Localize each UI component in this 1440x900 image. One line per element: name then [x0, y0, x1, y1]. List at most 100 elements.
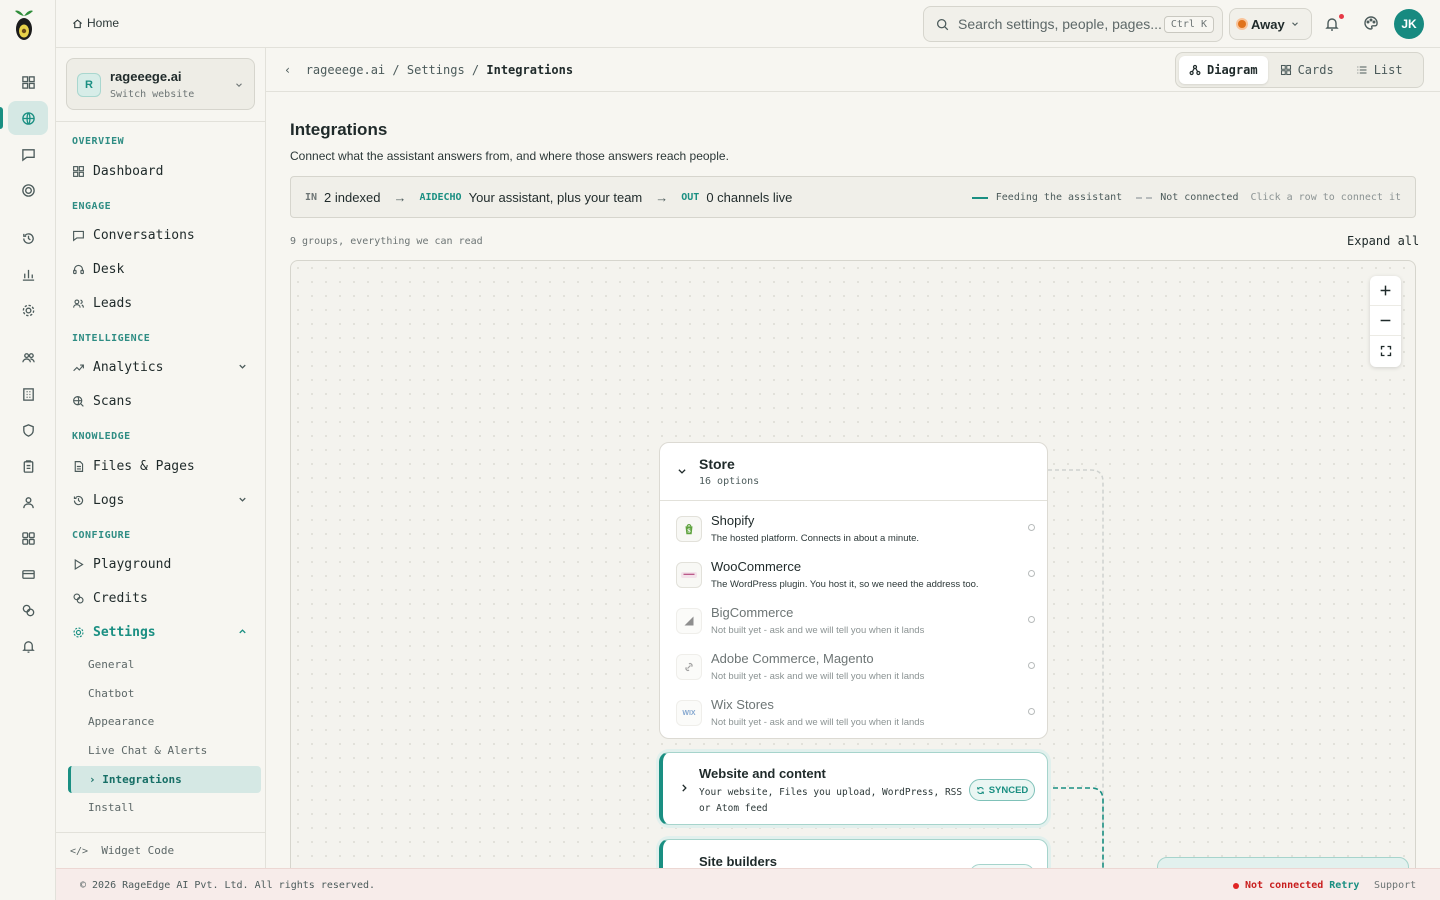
in-tag: IN	[305, 192, 318, 203]
store-group-header[interactable]: Store 16 options	[660, 443, 1047, 501]
option-radio[interactable]	[1028, 570, 1035, 577]
option-radio[interactable]	[1028, 662, 1035, 669]
integration-option-shopify[interactable]: S Shopify The hosted platform. Connects …	[660, 505, 1047, 551]
settings-sub-integrations[interactable]: › Integrations	[68, 766, 261, 793]
apps-icon[interactable]	[8, 521, 48, 555]
card-icon[interactable]	[8, 557, 48, 591]
expand-all-button[interactable]: Expand all	[1347, 234, 1419, 248]
arrow-right-icon: →	[393, 190, 407, 205]
diagram-canvas[interactable]: Store 16 options S Shopify The hosted pl…	[290, 260, 1416, 880]
view-diagram-button[interactable]: Diagram	[1179, 56, 1268, 84]
breadcrumb-root[interactable]: rageeege.ai	[306, 63, 385, 77]
sidebar-item-playground[interactable]: Playground	[72, 550, 256, 578]
chat-icon[interactable]	[8, 137, 48, 171]
back-chevron-icon[interactable]: ‹	[284, 63, 291, 77]
retry-button[interactable]: Retry	[1329, 880, 1359, 891]
coins-icon	[73, 592, 84, 604]
dashboard-icon	[73, 165, 84, 177]
home-label: Home	[87, 16, 120, 30]
integration-option-woocommerce[interactable]: WooCommerce The WordPress plugin. You ho…	[660, 551, 1047, 597]
support-link[interactable]: Support	[1374, 880, 1416, 891]
fit-view-button[interactable]	[1370, 336, 1401, 366]
sidebar: R rageeege.ai Switch website OVERVIEW Da…	[56, 48, 266, 868]
settings-sub-general[interactable]: General	[88, 658, 134, 671]
globe-icon[interactable]	[0, 101, 48, 135]
settings-sub-appearance[interactable]: Appearance	[88, 715, 154, 728]
sidebar-item-logs[interactable]: Logs	[72, 486, 256, 514]
sidebar-item-label: Playground	[93, 556, 172, 572]
palette-icon[interactable]	[1363, 15, 1381, 33]
sidebar-item-settings[interactable]: Settings	[72, 618, 256, 646]
settings-sub-live-chat[interactable]: Live Chat & Alerts	[88, 744, 207, 757]
widget-code-link[interactable]: </> Widget Code	[56, 832, 265, 868]
headset-icon	[73, 264, 84, 274]
chevron-down-icon	[239, 364, 246, 369]
bell-icon[interactable]	[8, 629, 48, 663]
search-icon	[936, 18, 949, 30]
user-icon[interactable]	[8, 485, 48, 519]
zoom-controls	[1370, 276, 1401, 367]
shield-icon[interactable]	[8, 413, 48, 447]
gear-icon[interactable]	[8, 293, 48, 327]
website-content-group-card[interactable]: Website and content Your website, Files …	[659, 752, 1048, 825]
sidebar-item-leads[interactable]: Leads	[72, 289, 256, 317]
option-radio[interactable]	[1028, 708, 1035, 715]
view-list-button[interactable]: List	[1346, 56, 1413, 84]
option-name: WooCommerce	[711, 559, 802, 574]
sidebar-item-label: Analytics	[93, 359, 164, 375]
presence-status-dropdown[interactable]: Away	[1229, 8, 1312, 40]
sidebar-item-files-pages[interactable]: Files & Pages	[72, 452, 256, 480]
integration-option-bigcommerce[interactable]: BigCommerce Not built yet - ask and we w…	[660, 597, 1047, 643]
away-dot-icon	[1238, 20, 1246, 28]
home-icon	[73, 18, 82, 28]
play-icon	[74, 558, 84, 570]
team-icon[interactable]	[8, 340, 48, 374]
sidebar-item-dashboard[interactable]: Dashboard	[72, 157, 256, 185]
website-switcher[interactable]: R rageeege.ai Switch website	[66, 58, 255, 110]
notifications-bell-icon[interactable]	[1324, 14, 1344, 34]
section-configure: CONFIGURE	[72, 530, 131, 541]
cards-icon	[1280, 64, 1291, 76]
search-input[interactable]: Search settings, people, pages... Ctrl K	[923, 6, 1223, 42]
building-icon[interactable]	[8, 377, 48, 411]
grid-icon[interactable]	[8, 65, 48, 99]
breadcrumb-settings[interactable]: Settings	[407, 63, 465, 77]
magento-icon	[676, 654, 702, 680]
sidebar-item-scans[interactable]: Scans	[72, 387, 256, 415]
clipboard-icon[interactable]	[8, 449, 48, 483]
section-overview: OVERVIEW	[72, 136, 125, 147]
bar-chart-icon[interactable]	[8, 257, 48, 291]
zoom-in-button[interactable]	[1370, 276, 1401, 306]
logo-icon[interactable]	[9, 6, 39, 42]
integration-option-wix[interactable]: WIX Wix Stores Not built yet - ask and w…	[660, 689, 1047, 735]
option-radio[interactable]	[1028, 616, 1035, 623]
option-radio[interactable]	[1028, 524, 1035, 531]
coins-icon[interactable]	[8, 593, 48, 627]
view-cards-button[interactable]: Cards	[1270, 56, 1344, 84]
view-label: Diagram	[1207, 63, 1258, 77]
top-bar: Home Search settings, people, pages... C…	[56, 0, 1440, 48]
sidebar-item-label: Files & Pages	[93, 458, 195, 474]
sidebar-item-label: Conversations	[93, 227, 195, 243]
sidebar-item-conversations[interactable]: Conversations	[72, 221, 256, 249]
user-avatar[interactable]: JK	[1394, 9, 1424, 39]
page-title: Integrations	[290, 120, 388, 139]
settings-sub-chatbot[interactable]: Chatbot	[88, 687, 134, 700]
history-icon[interactable]	[8, 221, 48, 255]
integration-option-magento[interactable]: Adobe Commerce, Magento Not built yet - …	[660, 643, 1047, 689]
widget-code-label: Widget Code	[101, 844, 175, 857]
plus-icon	[1380, 285, 1391, 296]
option-name: Wix Stores	[711, 697, 774, 712]
target-icon[interactable]	[8, 173, 48, 207]
home-link[interactable]: Home	[72, 16, 119, 30]
sub-header: ‹ rageeege.ai / Settings / Integrations …	[266, 48, 1440, 92]
settings-sub-install[interactable]: Install	[88, 801, 134, 814]
zoom-out-button[interactable]	[1370, 306, 1401, 336]
sidebar-item-analytics[interactable]: Analytics	[72, 353, 256, 381]
sidebar-item-desk[interactable]: Desk	[72, 255, 256, 283]
notification-dot	[1339, 14, 1344, 19]
chat-icon	[73, 230, 84, 242]
legend: Feeding the assistant Not connected Clic…	[971, 192, 1401, 203]
sidebar-item-credits[interactable]: Credits	[72, 584, 256, 612]
legend-not-connected: Not connected	[1160, 192, 1239, 203]
